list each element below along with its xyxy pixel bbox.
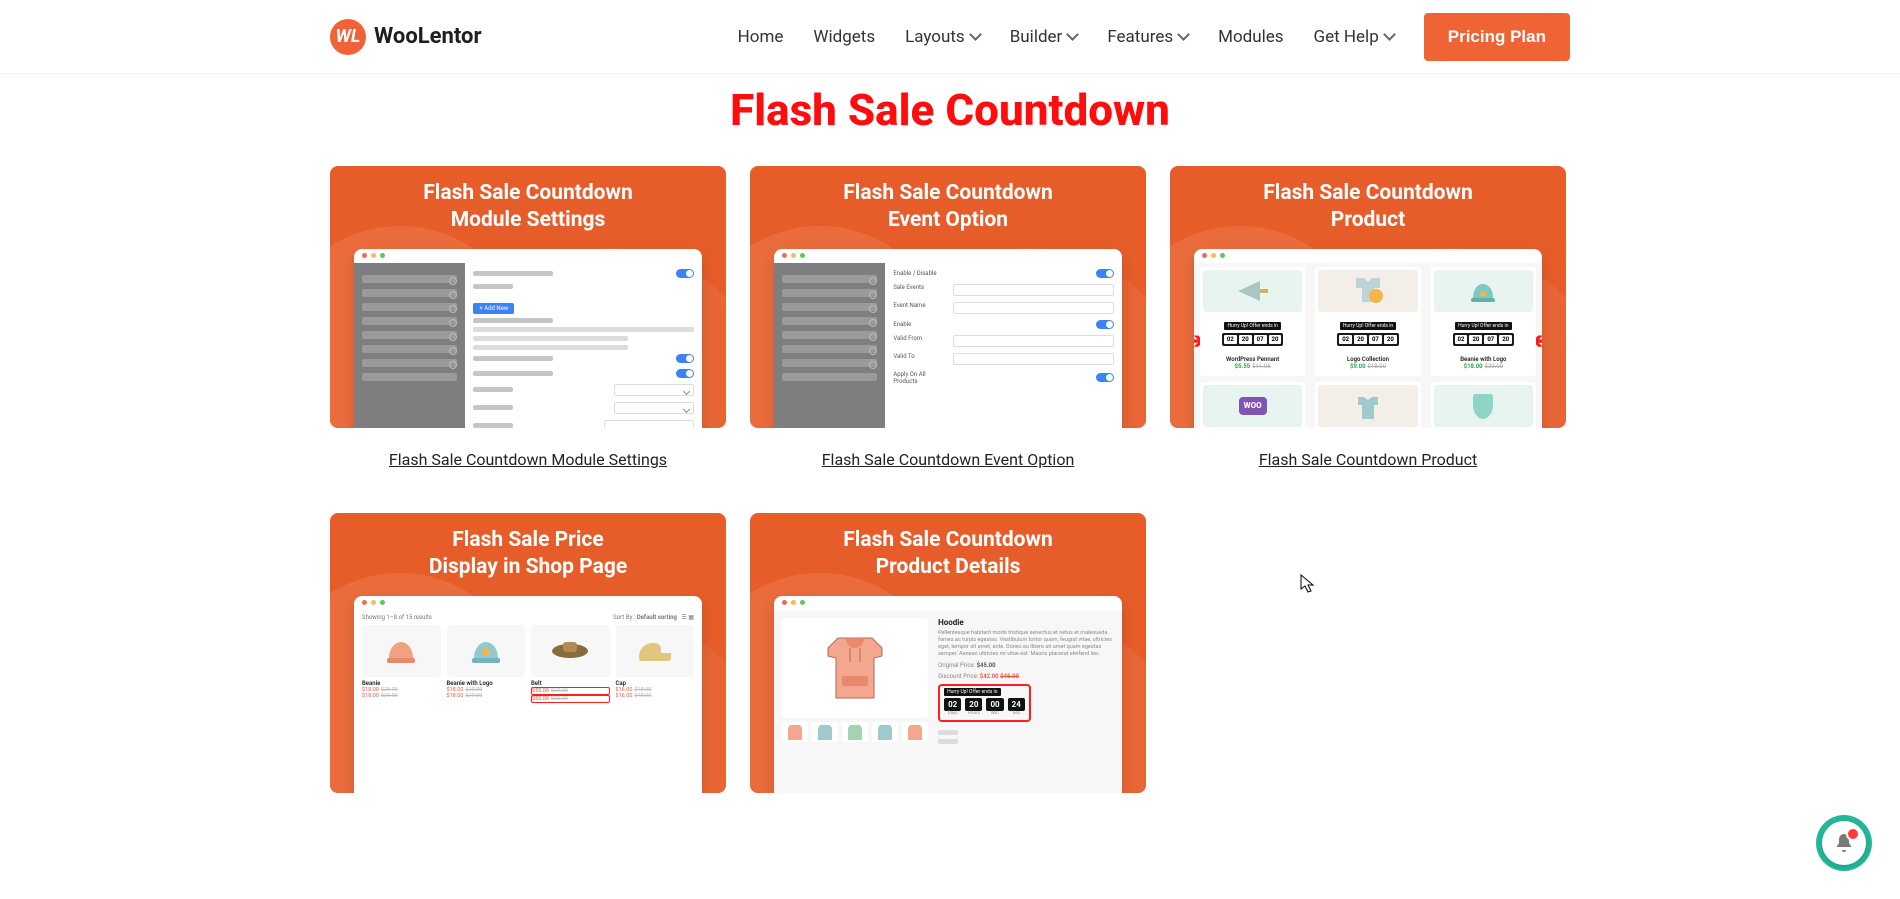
caption-link[interactable]: Flash Sale Countdown Product	[1259, 450, 1477, 469]
nav-builder[interactable]: Builder	[1010, 27, 1078, 47]
logo[interactable]: WL WooLentor	[330, 19, 482, 55]
card: Flash Sale CountdownProduct Details	[750, 513, 1146, 793]
cards-row-1: Flash Sale CountdownModule Settings	[330, 166, 1570, 469]
chevron-down-icon	[1066, 28, 1079, 41]
card: Flash Sale CountdownProduct ➔ ➔ Hurry Up…	[1170, 166, 1566, 469]
site-header: WL WooLentor Home Widgets Layouts Builde…	[0, 0, 1900, 74]
logo-mark-icon: WL	[330, 19, 366, 55]
thumbnail: ➔ ➔ Hurry Up! Offer ends in 02200720 Wor…	[1194, 249, 1542, 428]
card: Flash Sale CountdownModule Settings	[330, 166, 726, 469]
thumbnail: + Add New	[354, 249, 702, 428]
nav-widgets[interactable]: Widgets	[813, 27, 875, 47]
pricing-button[interactable]: Pricing Plan	[1424, 13, 1570, 61]
card-event-option[interactable]: Flash Sale CountdownEvent Option	[750, 166, 1146, 428]
chat-fab[interactable]	[1816, 815, 1872, 871]
primary-nav: Home Widgets Layouts Builder Features Mo…	[738, 13, 1570, 61]
thumbnail: Showing 1–8 of 15 results Sort By : Defa…	[354, 596, 702, 793]
thumbnail: Hoodie Pellentesque habitant morbi trist…	[774, 596, 1122, 793]
cards-row-2: Flash Sale PriceDisplay in Shop Page Sho…	[330, 513, 1570, 793]
nav-home[interactable]: Home	[738, 27, 784, 47]
page-content: Flash Sale Countdown Flash Sale Countdow…	[330, 0, 1570, 793]
chevron-down-icon	[1383, 28, 1396, 41]
card: Flash Sale CountdownEvent Option	[750, 166, 1146, 469]
chevron-down-icon	[969, 28, 982, 41]
nav-modules[interactable]: Modules	[1218, 27, 1283, 47]
nav-features[interactable]: Features	[1107, 27, 1188, 47]
card-product-details[interactable]: Flash Sale CountdownProduct Details	[750, 513, 1146, 793]
card-product[interactable]: Flash Sale CountdownProduct ➔ ➔ Hurry Up…	[1170, 166, 1566, 428]
caption-link[interactable]: Flash Sale Countdown Event Option	[822, 450, 1075, 469]
caption-link[interactable]: Flash Sale Countdown Module Settings	[389, 450, 667, 469]
product-desc: Pellentesque habitant morbi tristique se…	[938, 630, 1114, 659]
nav-get-help[interactable]: Get Help	[1314, 27, 1394, 47]
card-shop-page[interactable]: Flash Sale PriceDisplay in Shop Page Sho…	[330, 513, 726, 793]
chevron-down-icon	[1177, 28, 1190, 41]
nav-layouts[interactable]: Layouts	[905, 27, 980, 47]
bell-icon	[1822, 821, 1866, 865]
card-module-settings[interactable]: Flash Sale CountdownModule Settings	[330, 166, 726, 428]
cd-label: Hurry Up! Offer ends in	[1224, 322, 1280, 330]
section-title: Flash Sale Countdown	[330, 84, 1570, 136]
countdown-highlight: Hurry Up! Offer ends in 02Days 20Hours 0…	[938, 684, 1031, 722]
card: Flash Sale PriceDisplay in Shop Page Sho…	[330, 513, 726, 793]
product-title: Hoodie	[938, 618, 1114, 627]
thumbnail: Enable / Disable Sale Events Event Name …	[774, 249, 1122, 428]
hoodie-icon	[818, 628, 892, 708]
add-new-btn: + Add New	[473, 303, 514, 314]
brand-name: WooLentor	[374, 24, 482, 49]
